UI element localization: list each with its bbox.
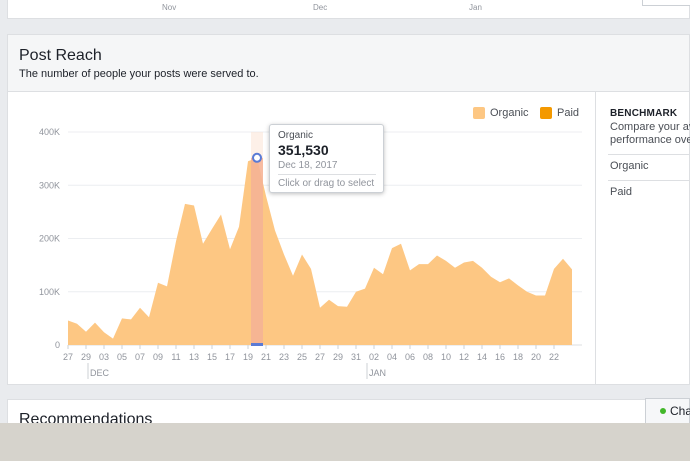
x-tick-label: 23 xyxy=(279,352,289,362)
chat-label: Chat xyxy=(670,404,690,418)
top-axis-tick: Nov xyxy=(162,3,177,12)
legend-paid-swatch xyxy=(540,107,552,119)
month-label: JAN xyxy=(369,368,386,378)
x-tick-label: 05 xyxy=(117,352,127,362)
benchmark-row-label: Organic xyxy=(610,160,649,172)
tooltip-value: 351,530 xyxy=(278,142,329,158)
post-reach-card: Post Reach The number of people your pos… xyxy=(7,34,690,385)
legend-paid-label: Paid xyxy=(557,107,580,119)
date-range-box[interactable] xyxy=(642,0,690,6)
y-tick-label: 200K xyxy=(39,234,60,244)
x-tick-label: 14 xyxy=(477,352,487,362)
x-tick-label: 07 xyxy=(135,352,145,362)
previous-chart-strip: Nov Dec Jan xyxy=(7,0,690,19)
x-tick-label: 03 xyxy=(99,352,109,362)
legend-organic-label: Organic xyxy=(490,107,529,119)
x-tick-label: 19 xyxy=(243,352,253,362)
benchmark-row-label: Paid xyxy=(610,186,633,198)
benchmark-title: BENCHMARK xyxy=(610,108,678,119)
legend-organic-swatch xyxy=(473,107,485,119)
x-tick-label: 09 xyxy=(153,352,163,362)
x-tick-label: 11 xyxy=(171,352,180,362)
legend-organic[interactable]: Organic xyxy=(473,107,529,119)
y-tick-label: 400K xyxy=(39,127,60,137)
x-tick-label: 06 xyxy=(405,352,415,362)
tooltip-date: Dec 18, 2017 xyxy=(278,160,338,171)
selected-day-marker xyxy=(251,343,263,346)
benchmark-description-line: Compare your average xyxy=(610,121,690,133)
post-reach-chart[interactable]: 27 29 03 05 07 09 11 13 15 17 19 21 23 25 27 29 31 02 04 06… xyxy=(8,35,690,386)
tooltip-divider xyxy=(278,174,376,175)
benchmark-description-line: performance over xyxy=(610,134,690,146)
chart-tooltip: Organic 351,530 Dec 18, 2017 Click or dr… xyxy=(269,124,384,193)
benchmark-row-organic[interactable]: Organic xyxy=(608,154,690,178)
os-taskbar xyxy=(0,423,690,461)
tooltip-hint: Click or drag to select xyxy=(278,178,375,189)
x-tick-label: 31 xyxy=(351,352,361,362)
x-tick-label: 12 xyxy=(459,352,469,362)
top-axis-tick: Jan xyxy=(469,3,482,12)
tooltip-series: Organic xyxy=(278,130,314,141)
x-tick-label: 02 xyxy=(369,352,379,362)
y-tick-label: 100K xyxy=(39,287,60,297)
legend-paid[interactable]: Paid xyxy=(540,107,579,119)
x-tick-label: 17 xyxy=(225,352,235,362)
chat-tab[interactable]: Chat xyxy=(645,398,690,423)
online-status-icon xyxy=(660,408,666,414)
benchmark-row-paid[interactable]: Paid xyxy=(608,180,690,204)
x-tick-label: 04 xyxy=(387,352,397,362)
x-tick-label: 20 xyxy=(531,352,541,362)
top-axis-tick: Dec xyxy=(313,3,328,12)
x-tick-label: 13 xyxy=(189,352,199,362)
hover-point[interactable] xyxy=(252,152,262,163)
x-tick-label: 22 xyxy=(549,352,559,362)
benchmark-divider xyxy=(595,92,596,385)
x-tick-label: 15 xyxy=(207,352,217,362)
x-tick-label: 08 xyxy=(423,352,433,362)
x-tick-label: 27 xyxy=(315,352,325,362)
x-tick-label: 21 xyxy=(261,352,271,362)
x-tick-label: 18 xyxy=(513,352,523,362)
x-tick-label: 10 xyxy=(441,352,451,362)
highlighted-bar xyxy=(251,157,263,345)
x-tick-label: 27 xyxy=(63,352,73,362)
y-tick-label: 300K xyxy=(39,180,60,190)
x-tick-label: 25 xyxy=(297,352,307,362)
x-tick-label: 29 xyxy=(81,352,91,362)
benchmark-description: Compare your average performance over xyxy=(610,121,690,149)
y-tick-label: 0 xyxy=(55,340,60,350)
x-tick-label: 29 xyxy=(333,352,343,362)
month-label: DEC xyxy=(90,368,110,378)
x-tick-label: 16 xyxy=(495,352,505,362)
